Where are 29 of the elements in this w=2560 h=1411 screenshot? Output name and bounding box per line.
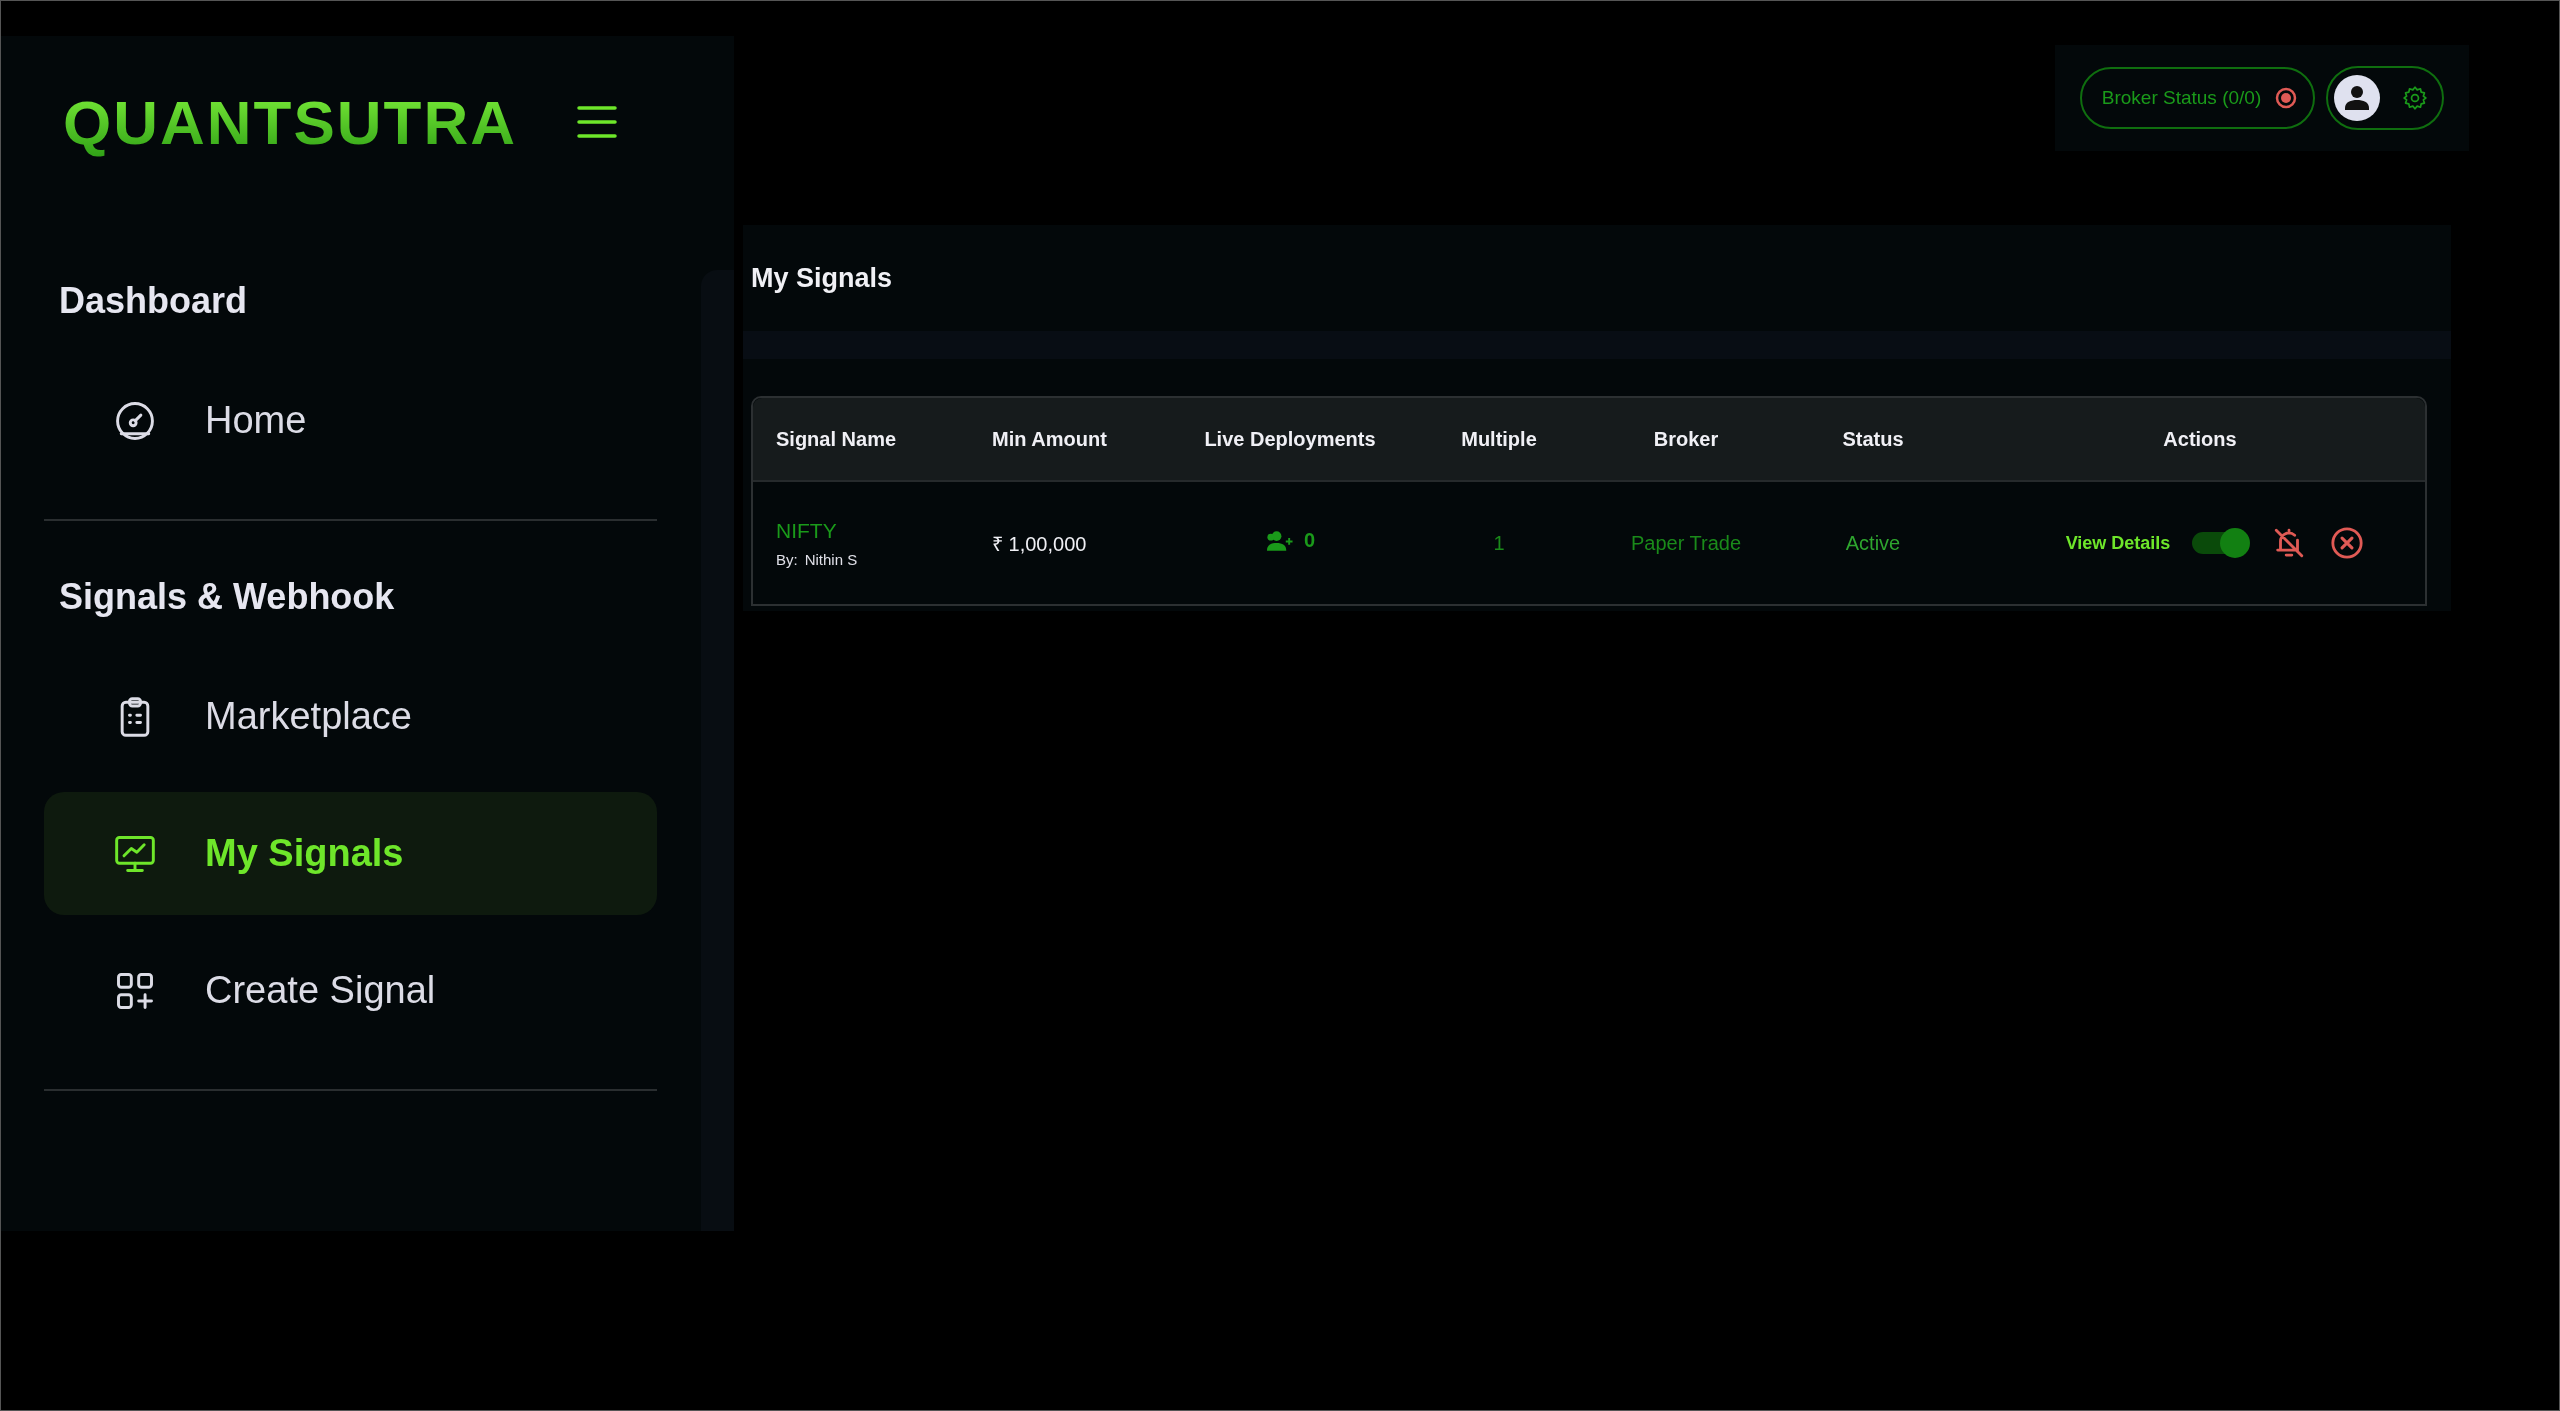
view-details-link[interactable]: View Details — [2065, 532, 2171, 554]
deployment-count: 0 — [1303, 529, 1316, 553]
column-header: Live Deployments — [1183, 398, 1397, 482]
author-label: By: — [776, 550, 798, 568]
menu-icon[interactable] — [577, 105, 617, 139]
sidebar-item[interactable]: Home — [44, 359, 657, 482]
signal-name-link[interactable]: NIFTY — [776, 518, 967, 543]
table-cell-text: Paper Trade — [1629, 530, 1743, 556]
settings-icon[interactable] — [2402, 85, 2429, 111]
column-header: Broker — [1601, 398, 1771, 482]
column-header: Signal Name — [753, 398, 968, 482]
table-cell-text: 1 — [1492, 530, 1506, 556]
sidebar-item[interactable]: My Signals — [44, 792, 657, 915]
status-text: Active — [1844, 530, 1902, 556]
section-heading: Dashboard — [58, 279, 249, 322]
broker-status-button[interactable]: Broker Status (0/0) — [2079, 67, 2316, 129]
close-circle-icon[interactable] — [2330, 526, 2365, 560]
column-header: Status — [1771, 398, 1975, 482]
users-plus-icon — [1264, 529, 1294, 552]
column-header: Min Amount — [968, 398, 1183, 482]
sidebar-item[interactable]: Create Signal — [44, 929, 657, 1052]
avatar-icon[interactable] — [2334, 75, 2381, 121]
section-heading: Signals & Webhook — [58, 575, 396, 618]
sidebar-item[interactable]: Marketplace — [44, 655, 657, 778]
table-cell-text: ₹ 1,00,000 — [991, 531, 1088, 557]
page-title: My Signals — [751, 262, 893, 294]
column-header: Actions — [1975, 398, 2425, 482]
author-name: Nithin S — [804, 550, 858, 568]
column-header: Multiple — [1397, 398, 1601, 482]
